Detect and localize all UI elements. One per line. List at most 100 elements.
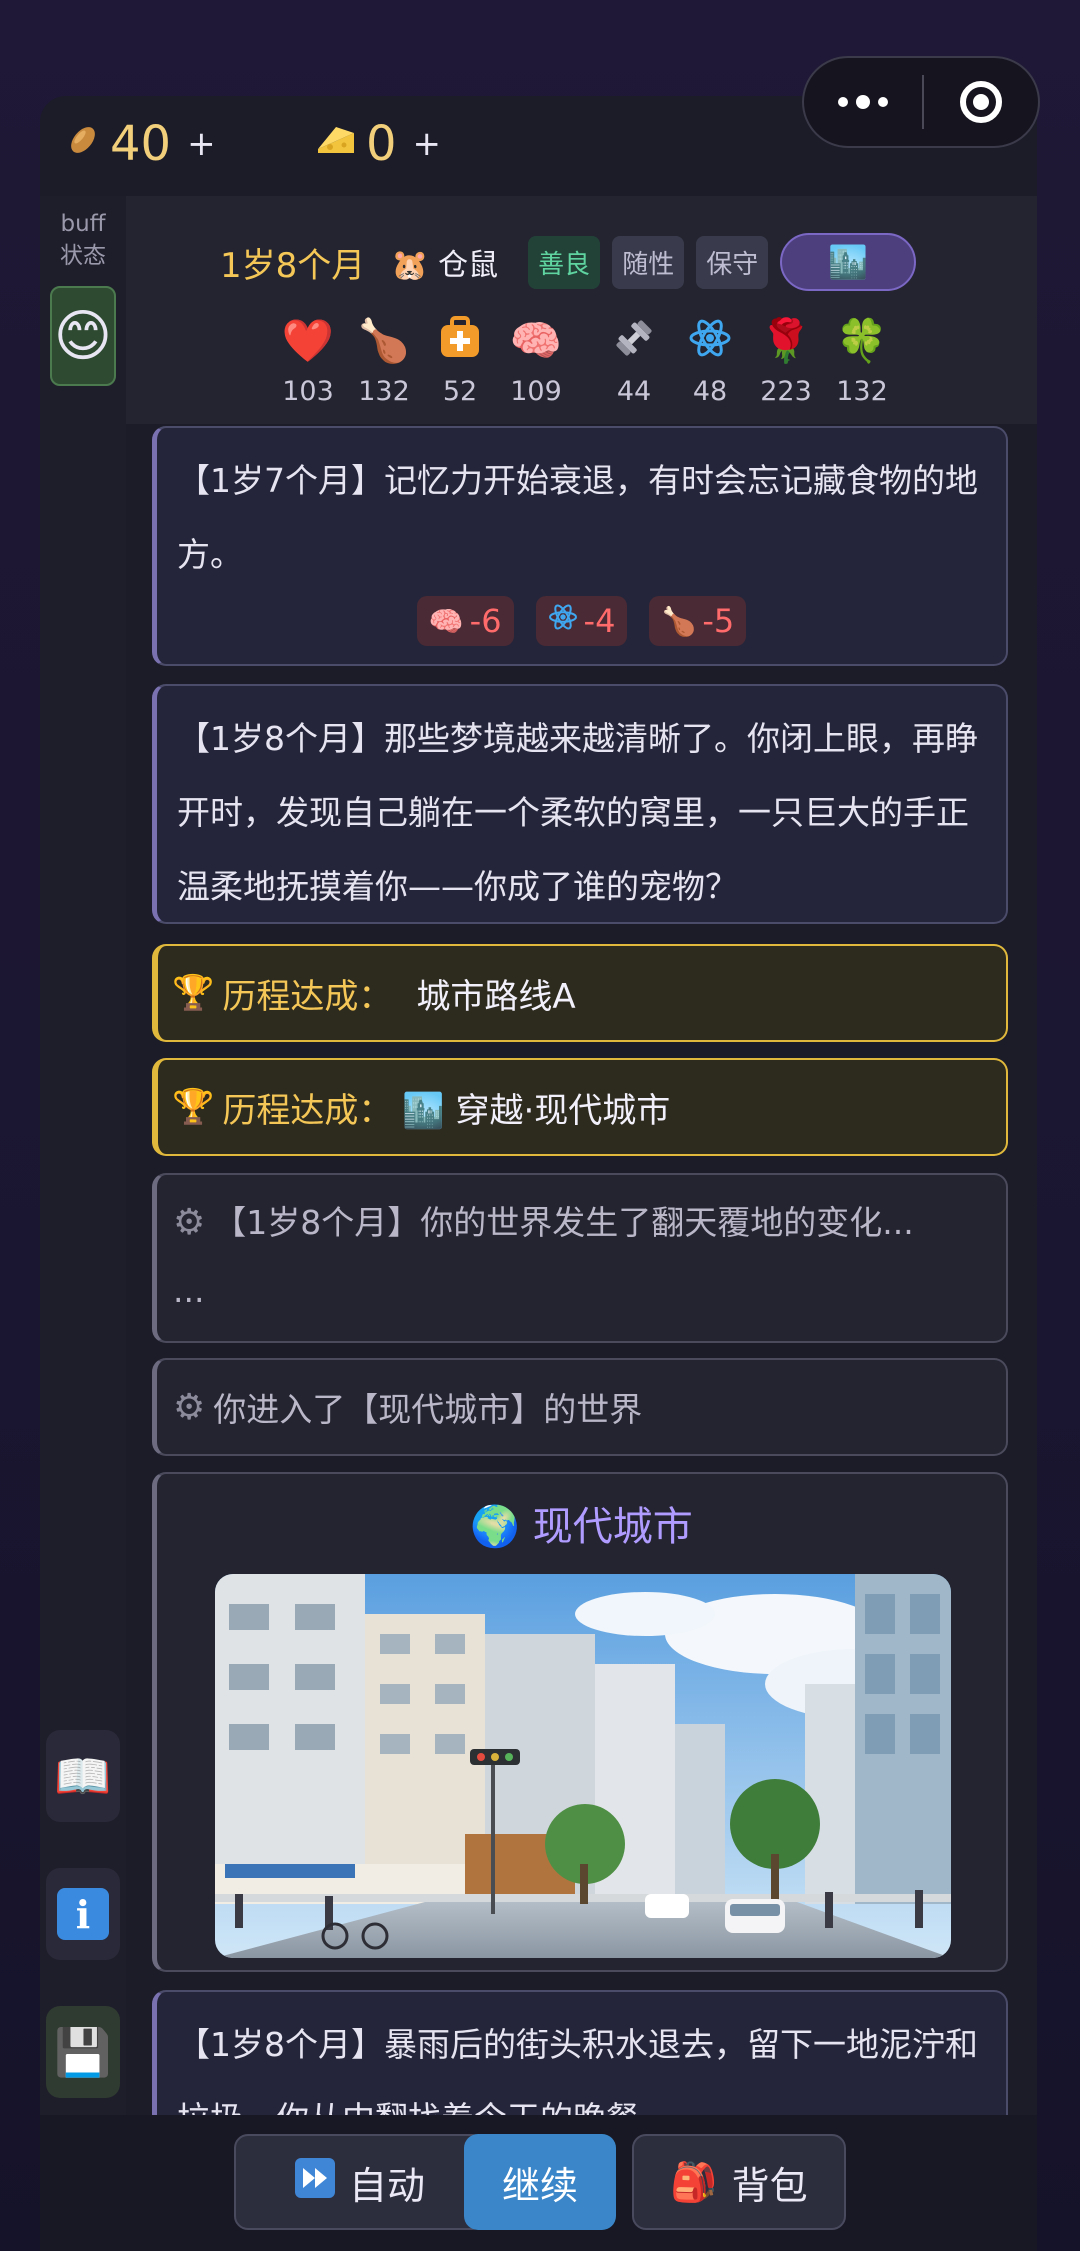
continue-button-label: 继续 — [501, 2163, 578, 2208]
world-badge[interactable]: 🏙️ — [780, 233, 917, 291]
delta-value: -4 — [583, 602, 616, 640]
globe-icon: 🌍 — [470, 1504, 521, 1550]
rose-icon: 🌹 — [759, 316, 813, 365]
save-button[interactable]: 💾 — [46, 2006, 120, 2098]
delta-value: -5 — [702, 602, 735, 640]
stat-science: 48 — [672, 316, 748, 407]
stat-value: 223 — [760, 376, 812, 407]
stat-intelligence: 🧠 109 — [498, 316, 574, 407]
city-scene-image — [215, 1574, 951, 1958]
info-button[interactable]: i — [46, 1868, 120, 1960]
character-age: 1岁8个月 — [220, 245, 366, 286]
auto-button-label: 自动 — [348, 2163, 425, 2208]
achievement-label: 历程达成： — [222, 1090, 393, 1131]
stat-satiety: 🍗 132 — [346, 316, 422, 407]
city-icon: 🏙️ — [828, 243, 869, 281]
gear-icon: ⚙ — [173, 1386, 206, 1428]
delta-science: -4 — [535, 596, 628, 646]
log-entry-text: 【1岁8个月】那些梦境越来越清晰了。你闭上眼，再睁开时，发现自己躺在一个柔软的窝… — [177, 719, 978, 906]
fast-forward-icon — [294, 2157, 335, 2207]
world-title: 🌍 现代城市 — [157, 1494, 1006, 1552]
system-message-line: ⚙ 【1岁8个月】你的世界发生了翻天覆地的变化... — [173, 1185, 990, 1261]
system-message-ellipsis: ... — [173, 1271, 205, 1310]
seed-count: 40 — [110, 116, 172, 172]
bag-button-label: 背包 — [731, 2163, 808, 2208]
target-icon — [960, 81, 1002, 123]
system-message-text: 你进入了【现代城市】的世界 — [213, 1390, 643, 1429]
continue-button[interactable]: 继续 — [464, 2134, 616, 2230]
auto-button[interactable]: 自动 — [234, 2134, 486, 2230]
hamster-icon: 🐹 — [391, 248, 429, 283]
miniprogram-capsule — [802, 56, 1040, 148]
world-name: 现代城市 — [532, 1504, 693, 1550]
status-panel — [126, 196, 1037, 424]
dumbbell-icon — [596, 316, 672, 368]
smiling-face-icon[interactable]: 😊 — [50, 286, 116, 386]
book-icon: 📖 — [54, 1748, 112, 1803]
city-icon: 🏙️ — [402, 1090, 445, 1131]
seed-icon — [66, 123, 100, 166]
gear-icon: ⚙ — [173, 1202, 206, 1243]
achievement-value: 🏙️ 穿越·现代城市 — [402, 1090, 671, 1131]
stat-medical: 52 — [422, 316, 498, 407]
atom-icon — [672, 316, 748, 368]
delta-brain: 🧠 -6 — [416, 596, 514, 646]
log-entry-text: 【1岁7个月】记忆力开始衰退，有时会忘记藏食物的地方。 — [177, 461, 978, 574]
buff-label-line1: buff — [60, 211, 106, 237]
add-seed-button[interactable]: + — [187, 124, 216, 164]
stat-value: 132 — [358, 376, 410, 407]
character-species: 🐹 仓鼠 — [391, 248, 499, 283]
system-message: ⚙ 你进入了【现代城市】的世界 — [152, 1358, 1008, 1456]
trait-tag-kind: 善良 — [528, 235, 601, 289]
game-frame: 40 + 0 + buff 状态 😊 📖 i 💾 1岁8个月 🐹 仓鼠 善良 随… — [40, 96, 1037, 2251]
log-entry-event: 【1岁8个月】那些梦境越来越清晰了。你闭上眼，再睁开时，发现自己躺在一个柔软的窝… — [152, 684, 1008, 924]
backpack-icon: 🎒 — [670, 2159, 718, 2204]
stat-value: 109 — [510, 376, 562, 407]
log-entry-event: 【1岁7个月】记忆力开始衰退，有时会忘记藏食物的地方。 🧠 -6 -4 🍗 -5 — [152, 426, 1008, 666]
book-button[interactable]: 📖 — [46, 1730, 120, 1822]
cheese-icon — [316, 123, 356, 166]
stat-health: ❤️ 103 — [270, 316, 346, 407]
save-icon: 💾 — [54, 2024, 112, 2079]
cheese-count: 0 — [366, 116, 397, 172]
stat-value: 103 — [282, 376, 334, 407]
buff-label: buff 状态 — [40, 208, 126, 272]
buff-label-line2: 状态 — [60, 243, 106, 269]
drumstick-icon: 🍗 — [357, 316, 411, 365]
brain-icon: 🧠 — [509, 316, 563, 365]
stat-value: 44 — [616, 376, 652, 407]
info-icon: i — [57, 1888, 109, 1940]
achievement-value: 城市路线A — [416, 976, 576, 1017]
trait-tag-casual: 随性 — [612, 235, 685, 289]
clover-icon: 🍀 — [835, 316, 889, 365]
stat-charm: 🌹 223 — [748, 316, 824, 407]
achievement-banner: 🏆 历程达成： 城市路线A — [152, 944, 1008, 1042]
stat-strength: 44 — [596, 316, 672, 407]
system-message: ⚙ 【1岁8个月】你的世界发生了翻天覆地的变化... ... — [152, 1173, 1008, 1343]
atom-icon — [548, 602, 578, 640]
medkit-icon — [422, 316, 498, 368]
achievement-label: 历程达成： — [222, 976, 393, 1017]
stat-luck: 🍀 132 — [824, 316, 900, 407]
seed-counter[interactable]: 40 + — [66, 116, 216, 172]
cheese-counter[interactable]: 0 + — [316, 116, 441, 172]
trait-tag-conservative: 保守 — [696, 235, 769, 289]
close-miniprogram-button[interactable] — [924, 81, 1038, 123]
trophy-icon: 🏆 — [172, 1087, 215, 1127]
character-info-row: 1岁8个月 🐹 仓鼠 善良 随性 保守 🏙️ — [220, 232, 917, 292]
delta-value: -6 — [469, 602, 502, 640]
achievement-banner: 🏆 历程达成： 🏙️ 穿越·现代城市 — [152, 1058, 1008, 1156]
stat-value: 52 — [442, 376, 478, 407]
bag-button[interactable]: 🎒 背包 — [632, 2134, 846, 2230]
trophy-icon: 🏆 — [172, 973, 215, 1013]
world-card: 🌍 现代城市 — [152, 1472, 1008, 1972]
more-menu-button[interactable] — [804, 95, 922, 109]
brain-icon: 🧠 — [428, 604, 464, 638]
heart-icon: ❤️ — [281, 316, 335, 365]
drumstick-icon: 🍗 — [661, 604, 697, 638]
stat-value: 132 — [836, 376, 888, 407]
add-cheese-button[interactable]: + — [413, 124, 442, 164]
delta-satiety: 🍗 -5 — [649, 596, 747, 646]
system-message-text: 【1岁8个月】你的世界发生了翻天覆地的变化... — [213, 1203, 914, 1242]
stat-changes: 🧠 -6 -4 🍗 -5 — [177, 596, 986, 646]
